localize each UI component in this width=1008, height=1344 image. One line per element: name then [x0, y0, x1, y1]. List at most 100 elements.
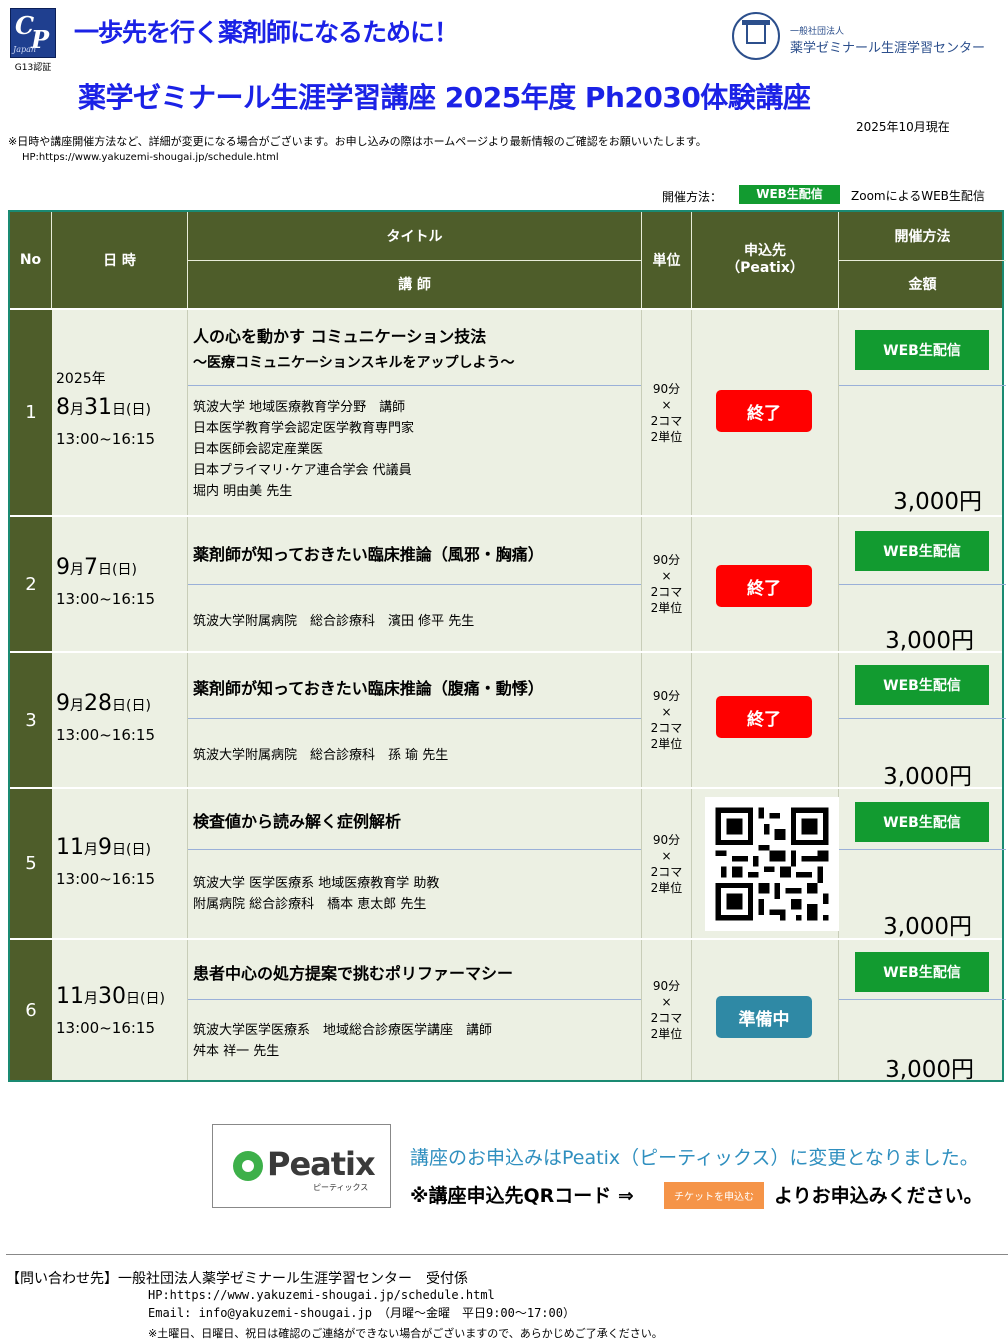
qr-instruction: ※講座申込先QRコード ⇒ [410, 1185, 634, 1207]
row-price: 3,000円 [885, 1057, 974, 1083]
row-month-day: 11月9日(日) [56, 835, 151, 860]
row-title: 人の心を動かす コミュニケーション技法 [193, 327, 487, 346]
row-title: 患者中心の処方提案で挑むポリファーマシー [193, 964, 514, 983]
as-of-date: 2025年10月現在 [856, 120, 950, 134]
header-apply: 申込先 （Peatix） [692, 212, 839, 308]
org-sub-label: 一般社団法人 [790, 27, 845, 37]
row-unit: 90分 × 2コマ 2単位 [642, 940, 692, 1080]
peatix-logo[interactable]: Peatix ピーティックス [212, 1124, 391, 1208]
status-preparing-button[interactable]: 準備中 [716, 996, 812, 1038]
contact-heading: 【問い合わせ先】一般社団法人薬学ゼミナール生涯学習センター 受付係 [6, 1271, 468, 1287]
row-date: 11月30日(日) 13:00~16:15 [52, 940, 188, 1080]
row-apply: 終了 [692, 310, 839, 515]
peatix-icon [233, 1151, 263, 1181]
homepage-url[interactable]: HP:https://www.yakuzemi-shougai.jp/sched… [22, 152, 279, 163]
table-row: 1 2025年 8月31日(日) 13:00~16:15 人の心を動かす コミュ… [10, 308, 1006, 515]
row-title: 薬剤師が知っておきたい臨床推論（腹痛・動悸） [193, 679, 544, 698]
header-method: 開催方法 [894, 229, 951, 245]
row-method: WEB生配信 3,000円 [839, 789, 1006, 940]
apply-instruction: よりお申込みください。 [774, 1185, 983, 1207]
row-lecturer: 筑波大学 医学医療系 地域医療教育学 助教 附属病院 総合診療科 橋本 恵太郎 … [193, 876, 440, 912]
row-title-cell: 患者中心の処方提案で挑むポリファーマシー 筑波大学医学医療系 地域総合診療医学講… [188, 940, 642, 1080]
row-apply [692, 789, 839, 938]
row-apply: 終了 [692, 653, 839, 787]
cpc-logo: C P Japan [10, 8, 56, 58]
footer-homepage-url[interactable]: HP:https://www.yakuzemi-shougai.jp/sched… [148, 1288, 495, 1302]
row-time: 13:00~16:15 [56, 590, 156, 608]
peatix-brand: Peatix [267, 1145, 376, 1183]
row-number: 6 [10, 940, 52, 1080]
row-method: WEB生配信 3,000円 [839, 310, 1006, 515]
status-closed-button[interactable]: 終了 [716, 565, 812, 607]
header-lecturer: 講 師 [188, 260, 642, 308]
row-number: 2 [10, 517, 52, 651]
header-unit: 単位 [642, 212, 692, 308]
row-time: 13:00~16:15 [56, 726, 156, 744]
row-title-cell: 薬剤師が知っておきたい臨床推論（風邪・胸痛） 筑波大学附属病院 総合診療科 濱田… [188, 517, 642, 651]
web-live-badge: WEB生配信 [855, 531, 989, 571]
cert-label: G13認証 [14, 63, 52, 73]
footer-email[interactable]: Email: info@yakuzemi-shougai.jp （月曜～金曜 平… [148, 1304, 575, 1321]
legend-description: ZoomによるWEB生配信 [851, 189, 985, 203]
web-live-badge: WEB生配信 [855, 665, 989, 705]
table-header: No 日 時 タイトル 講 師 単位 申込先 （Peatix） 開催方法 金額 [10, 212, 1006, 308]
web-live-badge: WEB生配信 [855, 802, 989, 842]
row-title: 薬剤師が知っておきたい臨床推論（風邪・胸痛） [193, 545, 544, 564]
tagline: 一歩先を行く薬剤師になるために！ [74, 18, 459, 47]
row-title-cell: 検査値から読み解く症例解析 筑波大学 医学医療系 地域医療教育学 助教 附属病院… [188, 789, 642, 938]
row-date: 9月7日(日) 13:00~16:15 [52, 517, 188, 651]
table-row: 3 9月28日(日) 13:00~16:15 薬剤師が知っておきたい臨床推論（腹… [10, 651, 1006, 790]
row-lecturer: 筑波大学附属病院 総合診療科 孫 瑜 先生 [193, 748, 449, 763]
footer-note: ※土曜日、日曜日、祝日は確認のご連絡ができない場合がございますので、あらかじめご… [148, 1327, 663, 1340]
table-row: 2 9月7日(日) 13:00~16:15 薬剤師が知っておきたい臨床推論（風邪… [10, 515, 1006, 654]
ticket-apply-button[interactable]: チケットを申込む [664, 1182, 764, 1209]
org-emblem-icon [732, 12, 780, 60]
table-row: 6 11月30日(日) 13:00~16:15 患者中心の処方提案で挑むポリファ… [10, 938, 1006, 1083]
peatix-info: 講座のお申込みはPeatix（ピーティックス）に変更となりました。 [410, 1147, 979, 1169]
row-subtitle: ～医療コミュニケーションスキルをアップしよう～ [193, 355, 515, 371]
web-live-badge: WEB生配信 [855, 330, 989, 370]
web-live-badge: WEB生配信 [855, 952, 989, 992]
row-date: 11月9日(日) 13:00~16:15 [52, 789, 188, 938]
row-apply: 終了 [692, 517, 839, 651]
row-date: 9月28日(日) 13:00~16:15 [52, 653, 188, 787]
row-unit: 90分 × 2コマ 2単位 [642, 653, 692, 787]
row-method: WEB生配信 3,000円 [839, 940, 1006, 1083]
status-closed-button[interactable]: 終了 [716, 390, 812, 432]
row-year: 2025年 [56, 371, 106, 387]
row-price: 3,000円 [883, 764, 972, 790]
row-number: 1 [10, 310, 52, 515]
legend-label: 開催方法： [662, 190, 723, 204]
row-title: 検査値から読み解く症例解析 [193, 812, 402, 831]
row-apply: 準備中 [692, 940, 839, 1080]
row-month-day: 11月30日(日) [56, 984, 165, 1009]
row-month-day: 8月31日(日) [56, 395, 151, 420]
row-price: 3,000円 [885, 628, 974, 654]
row-time: 13:00~16:15 [56, 430, 156, 448]
row-month-day: 9月28日(日) [56, 691, 151, 716]
table-row: 5 11月9日(日) 13:00~16:15 検査値から読み解く症例解析 筑波大… [10, 787, 1006, 940]
row-unit: 90分 × 2コマ 2単位 [642, 789, 692, 938]
row-unit: 90分 × 2コマ 2単位 [642, 310, 692, 515]
row-title-cell: 薬剤師が知っておきたい臨床推論（腹痛・動悸） 筑波大学附属病院 総合診療科 孫 … [188, 653, 642, 787]
notice-text: ※日時や講座開催方法など、詳細が変更になる場合がございます。お申し込みの際はホー… [8, 135, 707, 148]
org-name: 薬学ゼミナール生涯学習センター [790, 41, 986, 56]
row-price: 3,000円 [883, 914, 972, 940]
header-title: タイトル [188, 212, 642, 260]
row-time: 13:00~16:15 [56, 1019, 156, 1037]
row-number: 5 [10, 789, 52, 938]
footer-divider [6, 1254, 1008, 1255]
status-closed-button[interactable]: 終了 [716, 696, 812, 738]
row-date: 2025年 8月31日(日) 13:00~16:15 [52, 310, 188, 515]
header-date: 日 時 [52, 212, 188, 308]
row-lecturer: 筑波大学医学医療系 地域総合診療医学講座 講師 舛本 祥一 先生 [193, 1023, 493, 1059]
row-unit: 90分 × 2コマ 2単位 [642, 517, 692, 651]
row-lecturer: 筑波大学附属病院 総合診療科 濱田 修平 先生 [193, 614, 475, 629]
row-method: WEB生配信 3,000円 [839, 653, 1006, 790]
qr-code-icon[interactable] [705, 797, 839, 931]
legend-web-badge: WEB生配信 [739, 185, 840, 204]
row-method: WEB生配信 3,000円 [839, 517, 1006, 654]
row-lecturer: 筑波大学 地域医療教育学分野 講師 日本医学教育学会認定医学教育専門家 日本医師… [193, 400, 415, 499]
header-no: No [10, 212, 52, 308]
schedule-table: No 日 時 タイトル 講 師 単位 申込先 （Peatix） 開催方法 金額 … [8, 210, 1006, 1083]
